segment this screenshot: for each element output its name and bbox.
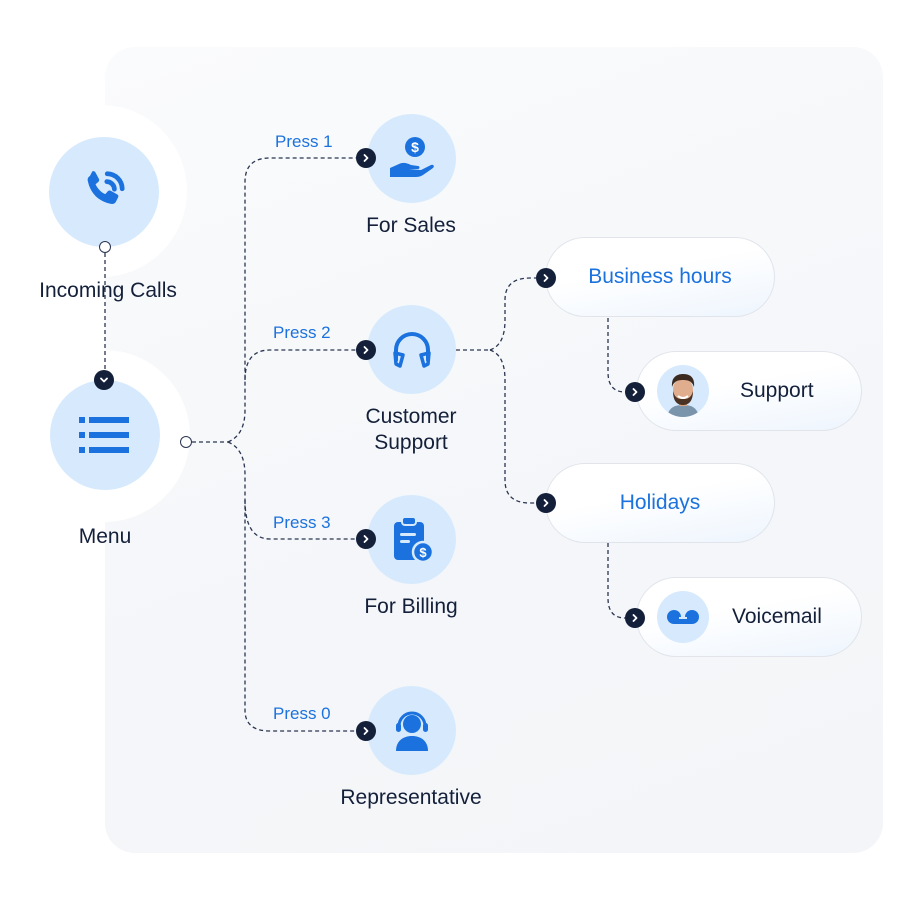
connector-business-support — [607, 318, 626, 393]
chevron-right-icon — [363, 727, 369, 735]
connector-holidays-voicemail — [607, 543, 626, 619]
for-sales-input-port[interactable] — [356, 148, 376, 168]
representative-input-port[interactable] — [356, 721, 376, 741]
menu-output-port[interactable] — [180, 436, 192, 448]
press-3-label: Press 3 — [273, 513, 331, 532]
customer-support-label: Customer Support — [365, 404, 456, 456]
incoming-output-port[interactable] — [99, 241, 111, 253]
business-hours-input-port[interactable] — [536, 268, 556, 288]
customer-support-label-line2: Support — [374, 431, 448, 454]
agent-avatar-image — [667, 374, 699, 417]
chevron-right-icon — [543, 499, 549, 507]
agent-headset-icon — [395, 711, 428, 751]
connector-branch-press2 — [244, 349, 356, 381]
agent-avatar — [657, 365, 709, 417]
phone-ringing-icon — [87, 171, 125, 205]
svg-text:$: $ — [411, 139, 419, 155]
clipboard-dollar-icon: $ — [393, 515, 434, 563]
chevron-right-icon — [363, 154, 369, 162]
customer-support-node[interactable] — [367, 305, 456, 394]
representative-label: Representative — [340, 786, 482, 809]
hand-dollar-icon: $ — [389, 136, 434, 177]
chevron-right-icon — [543, 274, 549, 282]
holidays-label: Holidays — [619, 491, 701, 514]
connector-business — [489, 277, 536, 351]
customer-support-label-line1: Customer — [365, 405, 457, 428]
incoming-calls-label: Incoming Calls — [39, 279, 177, 302]
for-sales-node[interactable]: $ — [367, 114, 456, 203]
for-billing-node[interactable]: $ — [367, 495, 456, 584]
connector-holidays — [489, 349, 536, 504]
support-pill[interactable]: Support — [636, 351, 862, 431]
chevron-right-icon — [632, 614, 638, 622]
customer-support-input-port[interactable] — [356, 340, 376, 360]
holidays-pill[interactable]: Holidays — [545, 463, 775, 543]
for-billing-input-port[interactable] — [356, 529, 376, 549]
press-0-label: Press 0 — [273, 704, 331, 723]
voicemail-icon — [667, 610, 699, 624]
chevron-down-icon — [100, 377, 108, 383]
voicemail-icon-circle — [657, 591, 709, 643]
support-label: Support — [740, 379, 814, 402]
chevron-right-icon — [632, 388, 638, 396]
chevron-right-icon — [363, 535, 369, 543]
support-input-port[interactable] — [625, 382, 645, 402]
menu-label: Menu — [78, 525, 132, 548]
menu-input-port[interactable] — [94, 370, 114, 390]
list-icon — [79, 417, 129, 453]
press-2-label: Press 2 — [273, 323, 331, 342]
for-sales-label: For Sales — [366, 214, 456, 237]
business-hours-label: Business hours — [588, 265, 732, 288]
headphones-icon — [392, 331, 431, 368]
chevron-right-icon — [363, 346, 369, 354]
voicemail-pill[interactable]: Voicemail — [636, 577, 862, 657]
menu-node[interactable] — [50, 380, 160, 490]
incoming-calls-node[interactable] — [49, 137, 159, 247]
press-1-label: Press 1 — [275, 132, 333, 151]
voicemail-label: Voicemail — [732, 605, 822, 628]
representative-node[interactable] — [367, 686, 456, 775]
connector-branch-top — [227, 157, 356, 443]
voicemail-input-port[interactable] — [625, 608, 645, 628]
for-billing-label: For Billing — [364, 595, 458, 618]
business-hours-pill[interactable]: Business hours — [545, 237, 775, 317]
connector-branch-bottom — [227, 441, 356, 732]
svg-text:$: $ — [419, 545, 427, 560]
holidays-input-port[interactable] — [536, 493, 556, 513]
